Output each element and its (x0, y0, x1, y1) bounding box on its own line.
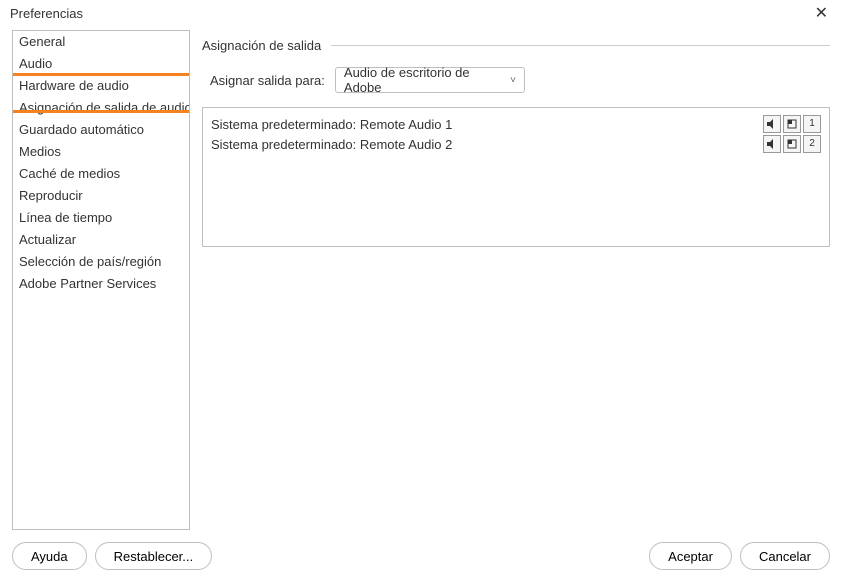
sidebar-item[interactable]: Reproducir (13, 185, 189, 207)
sidebar-item[interactable]: Medios (13, 141, 189, 163)
output-list-panel: Sistema predeterminado: Remote Audio 11S… (202, 107, 830, 247)
sidebar-item[interactable]: Audio (13, 53, 189, 75)
output-row-label: Sistema predeterminado: Remote Audio 1 (211, 117, 452, 132)
preferences-sidebar: GeneralAudioHardware de audioAsignación … (12, 30, 190, 530)
channel-map-icon[interactable] (783, 135, 801, 153)
cancel-button[interactable]: Cancelar (740, 542, 830, 570)
speaker-left-icon[interactable] (763, 135, 781, 153)
assign-output-dropdown[interactable]: Audio de escritorio de Adobe ˅ (335, 67, 525, 93)
dropdown-value: Audio de escritorio de Adobe (344, 65, 510, 95)
window-title: Preferencias (10, 6, 83, 21)
channel-map-icon[interactable] (783, 115, 801, 133)
output-row-icons: 2 (763, 135, 821, 153)
output-row[interactable]: Sistema predeterminado: Remote Audio 1 1 (211, 114, 821, 134)
reset-button[interactable]: Restablecer... (95, 542, 213, 570)
output-row[interactable]: Sistema predeterminado: Remote Audio 2 2 (211, 134, 821, 154)
sidebar-item[interactable]: Asignación de salida de audio (13, 97, 189, 119)
channel-number[interactable]: 2 (803, 135, 821, 153)
main-panel: Asignación de salida Asignar salida para… (202, 30, 830, 530)
chevron-down-icon: ˅ (510, 75, 516, 86)
output-row-label: Sistema predeterminado: Remote Audio 2 (211, 137, 452, 152)
sidebar-item[interactable]: Guardado automático (13, 119, 189, 141)
channel-number[interactable]: 1 (803, 115, 821, 133)
help-button[interactable]: Ayuda (12, 542, 87, 570)
sidebar-item[interactable]: Actualizar (13, 229, 189, 251)
divider (331, 45, 830, 46)
section-title: Asignación de salida (202, 38, 321, 53)
ok-button[interactable]: Aceptar (649, 542, 732, 570)
speaker-left-icon[interactable] (763, 115, 781, 133)
close-icon[interactable]: ✕ (811, 3, 832, 23)
sidebar-item[interactable]: Adobe Partner Services (13, 273, 189, 295)
output-row-icons: 1 (763, 115, 821, 133)
sidebar-item[interactable]: Caché de medios (13, 163, 189, 185)
sidebar-item[interactable]: Selección de país/región (13, 251, 189, 273)
assign-output-label: Asignar salida para: (210, 73, 325, 88)
sidebar-item[interactable]: Línea de tiempo (13, 207, 189, 229)
sidebar-item[interactable]: Hardware de audio (13, 75, 189, 97)
sidebar-item[interactable]: General (13, 31, 189, 53)
